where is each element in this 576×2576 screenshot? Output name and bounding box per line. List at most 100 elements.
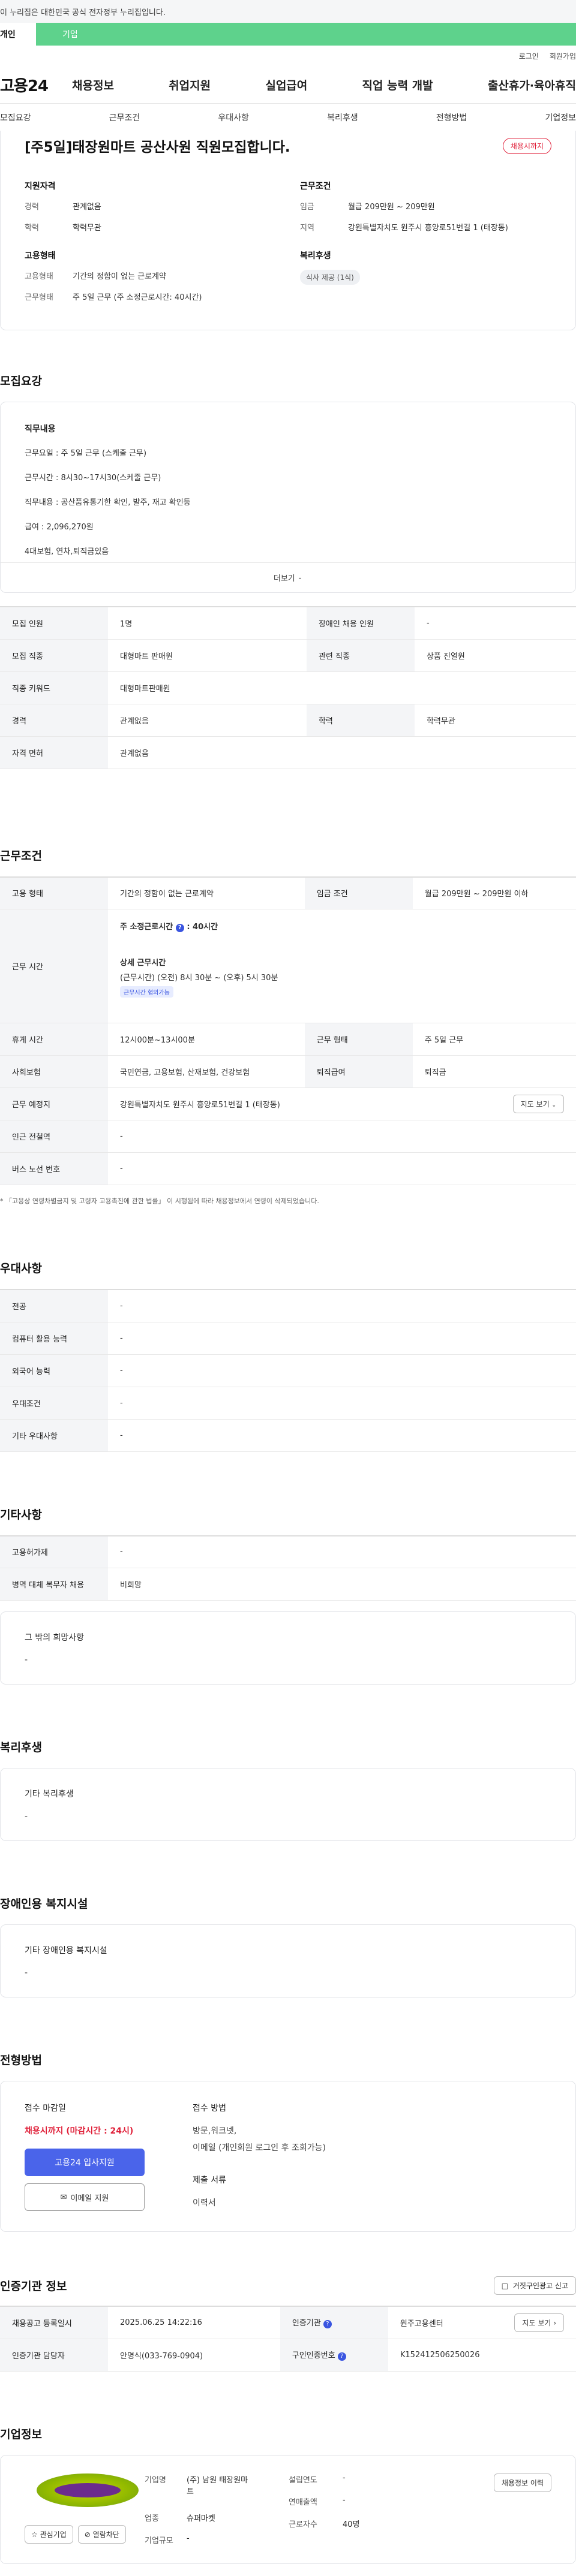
- help-icon[interactable]: ?: [337, 2352, 346, 2361]
- site-logo[interactable]: 고용24: [0, 74, 72, 96]
- company-name: (주) 남원 태장원마트: [187, 2475, 248, 2496]
- report-button-label: 거짓구인광고 신고: [512, 2282, 568, 2290]
- cell-value: 학력무관: [414, 704, 576, 737]
- negotiable-tag: 근무시간 협의가능: [120, 986, 173, 998]
- cell-value: -: [108, 1419, 576, 1452]
- anchor-pref[interactable]: 우대사항: [218, 112, 249, 123]
- map-button[interactable]: 지도 보기 ⌄: [512, 1095, 564, 1113]
- help-icon[interactable]: ?: [323, 2320, 332, 2329]
- welfare-title: 복리후생: [0, 1741, 42, 1754]
- cell-label: 직종 키워드: [0, 671, 108, 704]
- cell-value: 대형마트판매원: [108, 671, 576, 704]
- recruit-section: 모집요강 직무내용 근무요일 : 주 5일 근무 (스케줄 근무) 근무시간 :…: [0, 372, 576, 769]
- anchor-work[interactable]: 근무조건: [109, 112, 140, 123]
- recruit-table: 모집 인원 1명 장애인 채용 인원 - 모집 직종 대형마트 판매원 관련 직…: [0, 606, 576, 769]
- etc-section: 기타사항 고용허가제 - 병역 대체 복무자 채용 비희망 그 밖의 희망사항 -: [0, 1506, 576, 1685]
- utility-links: 로그인 회원가입: [0, 46, 576, 66]
- detail-hours-value: (근무시간) (오전) 8시 30분 ~ (오후) 5시 30분: [120, 974, 278, 983]
- tab-personal[interactable]: 개인: [0, 23, 36, 46]
- anchor-recruit[interactable]: 모집요강: [0, 112, 31, 123]
- table-row: 컴퓨터 활용 능력 -: [0, 1322, 576, 1355]
- company-section: 기업정보 ☆ 관심기업 ⊘ 열람차단 기업명 (주) 남원 태장원마트 업종 슈퍼마…: [0, 2426, 576, 2564]
- value: 월급 209만원 ~ 209만원: [348, 203, 435, 212]
- anchor-company[interactable]: 기업정보: [545, 112, 576, 123]
- deadline-title: 접수 마감일: [25, 2104, 66, 2113]
- table-row: 인근 전철역 -: [0, 1120, 576, 1153]
- cell-value: -: [108, 1535, 576, 1568]
- cell-label: 컴퓨터 활용 능력: [0, 1322, 108, 1355]
- label: 업종: [145, 2514, 159, 2523]
- cert-section: 인증기관 정보 □ 거짓구인광고 신고 채용공고 등록일시 2025.06.25…: [0, 2276, 576, 2372]
- nav-employment-support[interactable]: 취업지원: [169, 77, 211, 93]
- hiring-history-button[interactable]: 채용정보 이력: [493, 2473, 551, 2492]
- cell-value: 관계없음: [108, 736, 576, 769]
- cell-value: 기간의 정함이 없는 근로계약: [108, 876, 305, 909]
- welfare-summary-title: 복리후생: [300, 251, 331, 261]
- cert-number-label: 구인인증번호: [292, 2351, 335, 2360]
- nav-skill-dev[interactable]: 직업 능력 개발: [362, 77, 433, 93]
- value: 기간의 정함이 없는 근로계약: [73, 272, 166, 281]
- apply-button[interactable]: 고용24 입사지원: [25, 2149, 145, 2176]
- method-line: 이메일 (개인회원 로그인 후 조회가능): [193, 2143, 326, 2153]
- cell-label: 버스 노선 번호: [0, 1152, 108, 1185]
- map-button-label: 지도 보기: [522, 2318, 551, 2327]
- table-row: 인증기관 담당자 안명식(033-769-0904) 구인인증번호 ? K152…: [0, 2339, 576, 2372]
- cell-label: 외국어 능력: [0, 1354, 108, 1387]
- anchor-welfare[interactable]: 복리후생: [327, 112, 358, 123]
- cell-value: 상품 진열원: [414, 639, 576, 672]
- label: 경력: [25, 203, 39, 212]
- table-row: 직종 키워드 대형마트판매원: [0, 671, 576, 704]
- cell-value: 안명식(033-769-0904): [108, 2339, 280, 2372]
- nav-leave[interactable]: 출산휴가·육아휴직: [488, 77, 576, 93]
- report-button[interactable]: □ 거짓구인광고 신고: [493, 2276, 576, 2295]
- anchor-process[interactable]: 전형방법: [436, 112, 467, 123]
- docs-value: 이력서: [193, 2198, 216, 2208]
- table-row: 휴게 시간 12시00분~13시00분 근무 형태 주 5일 근무: [0, 1023, 576, 1056]
- etc-title: 기타사항: [0, 1508, 42, 1522]
- cell-value: 비희망: [108, 1568, 576, 1601]
- cell-value: 월급 209만원 ~ 209만원 이하: [412, 876, 576, 909]
- welfare-value: -: [25, 1812, 28, 1821]
- label: 설립연도: [289, 2475, 317, 2485]
- cell-label: 구인인증번호 ?: [280, 2339, 388, 2372]
- cell-label: 인증기관 담당자: [0, 2339, 108, 2372]
- more-button[interactable]: 더보기 ⌄: [1, 562, 575, 592]
- cell-value: -: [108, 1322, 576, 1355]
- table-row: 병역 대체 복무자 채용 비희망: [0, 1568, 576, 1601]
- employee-count: 40명: [343, 2520, 360, 2529]
- nav-jobs[interactable]: 채용정보: [72, 77, 114, 93]
- label: 학력: [25, 224, 39, 233]
- recruit-title: 모집요강: [0, 375, 42, 388]
- size-value: -: [187, 2533, 190, 2543]
- email-apply-button[interactable]: ✉ 이메일 지원: [25, 2183, 145, 2211]
- section-anchor-nav: 모집요강 근무조건 우대사항 복리후생 전형방법 기업정보: [0, 103, 576, 132]
- process-section: 전형방법 접수 마감일 채용시까지 (마감시간 : 24시) 고용24 입사지원…: [0, 2051, 576, 2232]
- cert-agency-label: 인증기관: [292, 2319, 321, 2328]
- map-button[interactable]: 지도 보기 ›: [514, 2313, 564, 2332]
- block-view-button[interactable]: ⊘ 열람차단: [77, 2524, 126, 2544]
- cell-label: 인증기관 ?: [280, 2306, 388, 2339]
- cell-value: -: [108, 1120, 576, 1153]
- label: 근로자수: [289, 2520, 317, 2529]
- join-link[interactable]: 회원가입: [550, 51, 576, 61]
- cell-label: 경력: [0, 704, 108, 737]
- pref-table: 전공 - 컴퓨터 활용 능력 - 외국어 능력 - 우대조건 - 기타 우대사항 -: [0, 1289, 576, 1452]
- tab-company[interactable]: 기업: [36, 23, 576, 46]
- table-row: 사회보험 국민연금, 고용보험, 산재보험, 건강보험 퇴직급여 퇴직금: [0, 1055, 576, 1088]
- favorite-company-button[interactable]: ☆ 관심기업: [25, 2524, 73, 2544]
- cell-value: -: [108, 1354, 576, 1387]
- cell-label: 학력: [306, 704, 415, 737]
- employment-block: 고용형태 고용형태 기간의 정함이 없는 근로계약 근무형태 주 5일 근무 (주 …: [25, 249, 276, 312]
- map-button-label: 지도 보기: [520, 1100, 550, 1108]
- disabled-value: -: [25, 1968, 28, 1978]
- other-wishes-title: 그 밖의 희망사항: [25, 1633, 85, 1643]
- table-row: 채용공고 등록일시 2025.06.25 14:22:16 인증기관 ? 원주고…: [0, 2306, 576, 2339]
- desc-line: 근무시간 : 8시30~17시30(스케줄 근무): [25, 474, 161, 483]
- company-card: ☆ 관심기업 ⊘ 열람차단 기업명 (주) 남원 태장원마트 업종 슈퍼마켓 기업규…: [0, 2454, 576, 2564]
- welfare-sub: 기타 복리후생: [25, 1789, 74, 1799]
- nav-unemployment-benefit[interactable]: 실업급여: [265, 77, 307, 93]
- help-icon[interactable]: ?: [175, 924, 184, 932]
- cell-label: 휴게 시간: [0, 1023, 108, 1056]
- login-link[interactable]: 로그인: [519, 51, 539, 61]
- cell-label: 채용공고 등록일시: [0, 2306, 108, 2339]
